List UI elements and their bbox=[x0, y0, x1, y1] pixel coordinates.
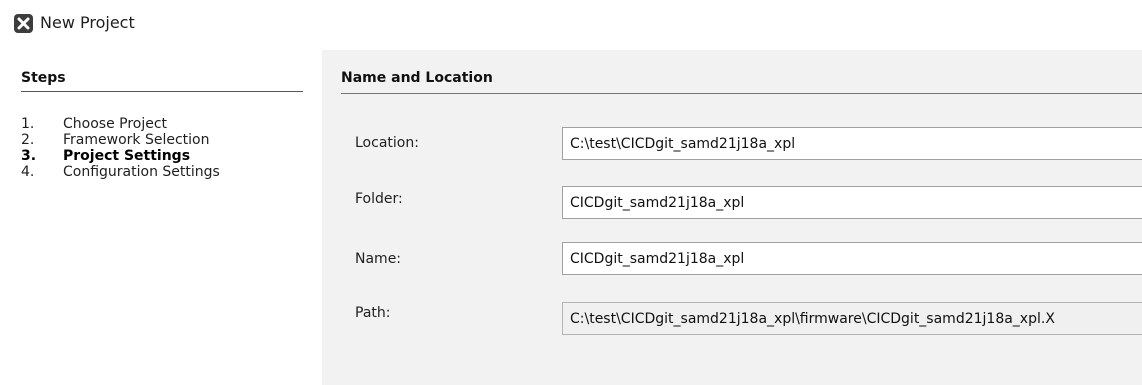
location-label: Location: bbox=[355, 135, 419, 151]
steps-panel: Steps 1. Choose Project 2. Framework Selec… bbox=[0, 50, 322, 385]
step-number: 1. bbox=[21, 116, 35, 132]
section-heading: Name and Location bbox=[341, 70, 493, 86]
content-panel: Name and Location Location: Folder: Name… bbox=[322, 50, 1142, 385]
folder-field[interactable] bbox=[562, 186, 1142, 219]
step-choose-project: 1. Choose Project bbox=[21, 116, 220, 132]
location-field[interactable] bbox=[562, 127, 1142, 160]
step-label: Choose Project bbox=[63, 116, 168, 132]
title-bar: New Project bbox=[0, 0, 1142, 50]
path-label: Path: bbox=[355, 305, 391, 321]
name-field[interactable] bbox=[562, 242, 1142, 275]
window-title: New Project bbox=[40, 13, 135, 32]
step-number: 3. bbox=[21, 148, 37, 164]
step-label: Project Settings bbox=[63, 148, 191, 164]
step-configuration-settings: 4. Configuration Settings bbox=[21, 164, 220, 180]
steps-list: 1. Choose Project 2. Framework Selection 3… bbox=[21, 116, 220, 180]
path-field[interactable] bbox=[562, 302, 1142, 335]
step-framework-selection: 2. Framework Selection bbox=[21, 132, 220, 148]
app-logo-icon bbox=[14, 14, 33, 33]
step-project-settings: 3. Project Settings bbox=[21, 148, 220, 164]
section-divider bbox=[341, 93, 1142, 94]
steps-heading: Steps bbox=[21, 70, 66, 86]
step-label: Framework Selection bbox=[63, 132, 210, 148]
step-number: 2. bbox=[21, 132, 35, 148]
step-number: 4. bbox=[21, 164, 35, 180]
step-label: Configuration Settings bbox=[63, 164, 220, 180]
name-label: Name: bbox=[355, 251, 402, 267]
folder-label: Folder: bbox=[355, 191, 403, 207]
steps-divider bbox=[21, 91, 303, 92]
